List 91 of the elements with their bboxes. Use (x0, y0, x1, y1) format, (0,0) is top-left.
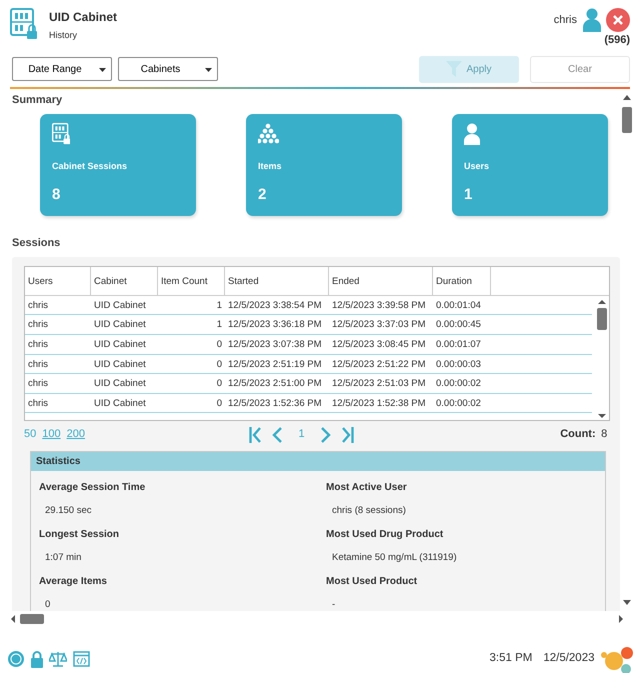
card-value: 8 (52, 185, 62, 206)
panel-title: Statistics (31, 452, 605, 471)
stat-value: - (331, 598, 336, 611)
previous-page-icon[interactable] (272, 426, 282, 442)
stat-value: 0 (44, 598, 52, 611)
stat-label: Most Active User (325, 480, 408, 495)
table-cell-text: 0 (216, 377, 223, 392)
stat-label: Most Used Drug Product (325, 528, 444, 542)
column-header[interactable]: Duration (433, 266, 491, 295)
card-value: 1 (464, 185, 474, 206)
table-cell-text: chris (27, 377, 50, 392)
next-page-icon[interactable] (321, 426, 332, 442)
table-cell-text: 0.00:00:45 (435, 318, 482, 332)
cabinet-lock-icon (10, 8, 38, 40)
close-button[interactable] (606, 8, 630, 32)
user-name: chris (554, 12, 577, 28)
code-window-icon[interactable] (72, 651, 90, 667)
stat-value: chris (8 sessions) (331, 504, 407, 518)
column-header[interactable]: Cabinet (91, 266, 158, 295)
page-number: 1 (298, 427, 305, 442)
close-icon (613, 15, 623, 25)
table-cell-text: 1 (216, 298, 223, 313)
card-label: Cabinet Sessions (52, 160, 128, 173)
table-cell-text: 0.00:00:03 (435, 358, 482, 372)
lock-icon[interactable] (30, 650, 44, 668)
table-cell-text: 0 (216, 396, 223, 411)
user-icon (464, 122, 480, 145)
table-cell-text: chris (27, 396, 50, 411)
table-cell-text: UID Cabinet (93, 377, 147, 392)
stat-label: Longest Session (38, 528, 120, 542)
table-cell-text: chris (27, 358, 50, 372)
table-cell-text: 1 (216, 318, 223, 332)
table-cell-text: UID Cabinet (93, 338, 147, 352)
stat-label: Average Items (38, 575, 108, 590)
stat-label: Average Session Time (38, 480, 146, 495)
stat-value: Ketamine 50 mg/mL (311919) (331, 551, 458, 565)
badge-count: (596) (604, 33, 630, 48)
table-cell-text: 0.00:00:02 (435, 377, 482, 392)
hf-badge-icon[interactable] (8, 651, 24, 667)
clock-date: 12/5/2023 (543, 651, 594, 666)
dots-pyramid-icon (258, 122, 279, 144)
table-cell-text: 0 (216, 338, 223, 352)
table-cell-text: 12/5/2023 3:39:58 PM (331, 298, 426, 313)
section-heading: Sessions (12, 236, 62, 251)
first-page-icon[interactable] (249, 426, 261, 442)
table-cell-text: 12/5/2023 1:52:38 PM (331, 396, 426, 411)
table-cell-text: 12/5/2023 3:07:38 PM (227, 338, 322, 352)
table-cell-text: chris (27, 338, 50, 352)
table-cell-text: UID Cabinet (93, 358, 147, 372)
table-cell-text: chris (27, 298, 50, 313)
count-label: Count: (560, 427, 596, 442)
table-cell-text: UID Cabinet (93, 396, 147, 411)
dropdown-button[interactable]: Cabinets (118, 57, 218, 81)
table-cell-text: 12/5/2023 3:37:03 PM (331, 318, 426, 332)
table-cell-text: 12/5/2023 2:51:19 PM (227, 358, 322, 372)
table-cell-text: 12/5/2023 2:51:00 PM (227, 377, 322, 392)
card-label: Users (464, 160, 490, 173)
caret-icon (99, 68, 106, 72)
table-cell-text: 12/5/2023 2:51:22 PM (331, 358, 426, 372)
clock-time: 3:51 PM (490, 651, 532, 666)
dropdown-button[interactable]: Date Range (12, 57, 112, 81)
user-icon (582, 8, 600, 32)
table-cell-text: 0.00:00:02 (435, 396, 482, 411)
table-cell-text: UID Cabinet (93, 318, 147, 332)
cabinet-lock-icon (52, 122, 70, 145)
last-page-icon[interactable] (342, 426, 354, 442)
card-value: 2 (258, 185, 268, 206)
table-cell-text: 12/5/2023 3:38:54 PM (227, 298, 322, 313)
stat-label: Most Used Product (325, 575, 418, 590)
table-cell-text: UID Cabinet (93, 298, 147, 313)
stat-value: 29.150 sec (44, 504, 92, 518)
page-subtitle: History (49, 28, 78, 42)
page-title: UID Cabinet (49, 9, 118, 26)
scales-icon[interactable] (49, 651, 67, 667)
table-cell-text: 0 (216, 358, 223, 372)
caret-icon (204, 68, 212, 72)
stat-value: 1:07 min (44, 551, 82, 565)
column-header[interactable]: Users (25, 266, 91, 295)
table-cell-text: 12/5/2023 1:52:36 PM (227, 396, 322, 411)
table-cell-text: chris (27, 318, 50, 332)
table-cell-text: 12/5/2023 2:51:03 PM (331, 377, 426, 392)
column-header[interactable]: Item Count (158, 266, 225, 295)
count-value: 8 (601, 427, 608, 442)
column-header[interactable]: Ended (329, 266, 433, 295)
table-cell-text: 0.00:01:04 (435, 298, 482, 313)
table-cell-text: 12/5/2023 3:08:45 PM (331, 338, 426, 352)
table-cell-text: 0.00:01:07 (435, 338, 482, 352)
section-heading: Summary (12, 92, 64, 108)
table-cell-text: 12/5/2023 3:36:18 PM (227, 318, 322, 332)
card-label: Items (258, 160, 283, 173)
column-header[interactable]: Started (225, 266, 329, 295)
